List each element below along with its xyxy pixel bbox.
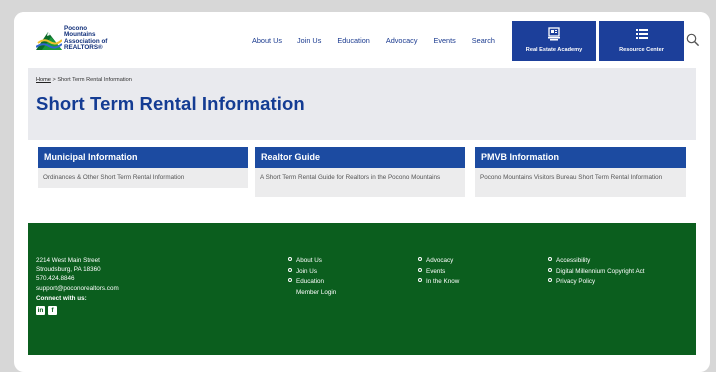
card-title[interactable]: Realtor Guide xyxy=(255,147,465,168)
support-email[interactable]: support@poconorealtors.com xyxy=(36,284,119,293)
footer-link-label: Education xyxy=(296,278,325,286)
card-title[interactable]: PMVB Information xyxy=(475,147,686,168)
linkedin-icon[interactable]: in xyxy=(36,306,45,316)
list-icon xyxy=(599,26,684,42)
bullet-icon xyxy=(288,267,292,272)
footer-link-label: Privacy Policy xyxy=(556,278,596,286)
bullet-icon xyxy=(288,257,292,261)
card-realtor-guide[interactable]: Realtor Guide A Short Term Rental Guide … xyxy=(255,147,465,197)
footer-link-in-the-know[interactable]: In the Know xyxy=(418,277,459,288)
bullet-icon xyxy=(418,278,422,283)
mountain-logo-icon xyxy=(36,31,62,50)
footer-link-label: Join Us xyxy=(296,267,317,275)
card-description: Ordinances & Other Short Term Rental Inf… xyxy=(38,168,248,188)
site-header: Pocono Mountains Association of REALTORS… xyxy=(14,12,710,68)
breadcrumb-home[interactable]: Home xyxy=(36,77,51,83)
footer-link-label: About Us xyxy=(296,257,322,264)
footer-link-label: In the Know xyxy=(426,278,460,286)
site-footer: 2214 West Main Street Stroudsburg, PA 18… xyxy=(28,223,696,355)
bullet-icon xyxy=(288,278,292,283)
footer-contact: 2214 West Main Street Stroudsburg, PA 18… xyxy=(36,256,119,316)
card-title[interactable]: Municipal Information xyxy=(38,147,248,168)
breadcrumb-separator: > xyxy=(52,77,56,83)
phone-number[interactable]: 570.424.8846 xyxy=(36,274,119,283)
footer-link-education[interactable]: Education xyxy=(288,277,336,288)
breadcrumb-current: Short Term Rental Information xyxy=(57,77,132,83)
bullet-icon xyxy=(418,267,422,272)
logo-line-4: REALTORS® xyxy=(64,44,103,52)
page-frame: Pocono Mountains Association of REALTORS… xyxy=(14,12,710,372)
footer-link-dmca[interactable]: Digital Millennium Copyright Act xyxy=(548,267,645,278)
footer-links-column-1: About Us Join Us Education Member Login xyxy=(288,256,336,298)
card-description: Pocono Mountains Visitors Bureau Short T… xyxy=(475,168,686,197)
footer-link-member-login[interactable]: Member Login xyxy=(288,288,336,299)
nav-advocacy[interactable]: Advocacy xyxy=(386,36,418,45)
bullet-icon xyxy=(548,257,552,261)
resource-center-button[interactable]: Resource Center xyxy=(599,21,684,61)
page-hero: Home > Short Term Rental Information Sho… xyxy=(28,68,696,140)
card-municipal-information[interactable]: Municipal Information Ordinances & Other… xyxy=(38,147,248,188)
search-icon[interactable] xyxy=(686,33,700,52)
footer-link-privacy-policy[interactable]: Privacy Policy xyxy=(548,277,645,288)
footer-link-label: Accessibility xyxy=(556,257,591,264)
footer-link-events[interactable]: Events xyxy=(418,267,459,278)
bullet-icon xyxy=(418,257,422,261)
academy-icon xyxy=(512,26,596,42)
footer-link-about-us[interactable]: About Us xyxy=(288,256,336,267)
footer-links-column-3: Accessibility Digital Millennium Copyrig… xyxy=(548,256,645,288)
nav-search[interactable]: Search xyxy=(472,36,495,45)
site-logo[interactable]: Pocono Mountains Association of REALTORS… xyxy=(36,25,107,52)
breadcrumb: Home > Short Term Rental Information xyxy=(36,77,132,83)
tile-label: Real Estate Academy xyxy=(525,47,583,53)
city-state-zip: Stroudsburg, PA 18360 xyxy=(36,266,101,274)
card-description: A Short Term Rental Guide for Realtors i… xyxy=(255,168,465,197)
nav-about-us[interactable]: About Us xyxy=(252,36,282,45)
nav-education[interactable]: Education xyxy=(337,36,369,45)
bullet-icon xyxy=(548,278,552,283)
card-pmvb-information[interactable]: PMVB Information Pocono Mountains Visito… xyxy=(475,147,686,197)
facebook-icon[interactable]: f xyxy=(48,306,57,316)
page-title: Short Term Rental Information xyxy=(36,93,305,114)
footer-link-advocacy[interactable]: Advocacy xyxy=(418,256,459,267)
real-estate-academy-button[interactable]: Real Estate Academy xyxy=(512,21,596,61)
footer-link-label: Digital Millennium Copyright Act xyxy=(556,267,645,275)
logo-text: Pocono Mountains Association of REALTORS… xyxy=(64,25,107,52)
nav-join-us[interactable]: Join Us xyxy=(297,36,321,45)
footer-links-column-2: Advocacy Events In the Know xyxy=(418,256,459,288)
nav-events[interactable]: Events xyxy=(433,36,455,45)
social-links: in f xyxy=(36,306,119,316)
footer-link-accessibility[interactable]: Accessibility xyxy=(548,256,645,267)
tile-label: Resource Center xyxy=(619,47,664,53)
footer-link-label: Events xyxy=(426,267,446,275)
address-line: 2214 West Main Street xyxy=(36,257,100,264)
footer-link-label: Advocacy xyxy=(426,257,454,264)
footer-link-join-us[interactable]: Join Us xyxy=(288,267,336,278)
bullet-icon xyxy=(548,267,552,272)
connect-label: Connect with us: xyxy=(36,294,87,302)
main-nav: About Us Join Us Education Advocacy Even… xyxy=(252,36,495,45)
